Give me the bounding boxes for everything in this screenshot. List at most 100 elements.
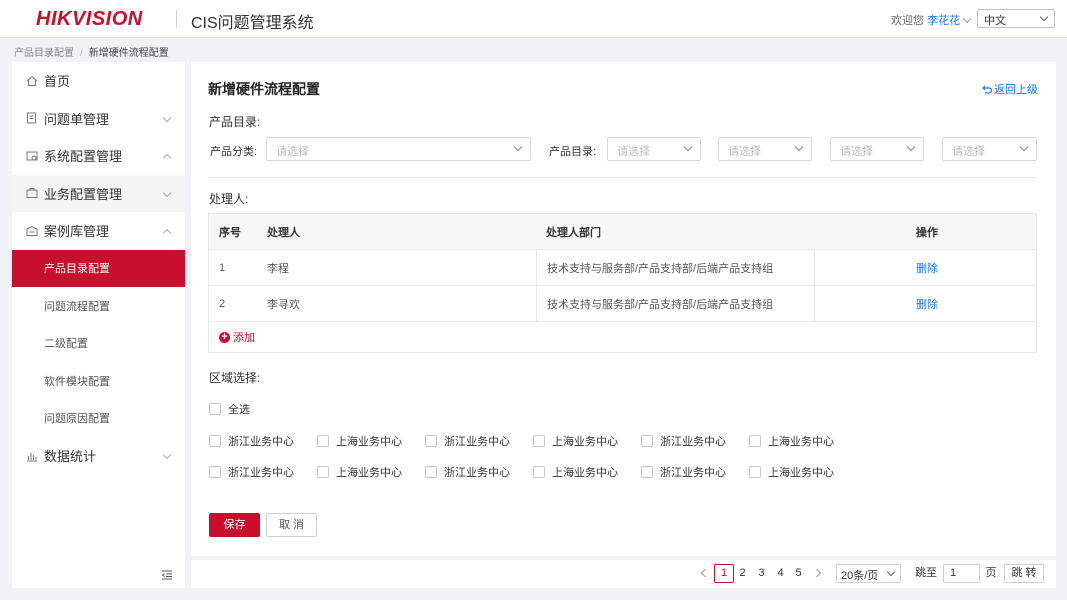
hikvision-logo[interactable]: HIKVISION — [36, 8, 143, 31]
region-checkbox[interactable]: 上海业务中心 — [749, 464, 857, 480]
sidebar-item-case-library[interactable]: 案例库管理 — [12, 212, 185, 250]
select-all-checkbox[interactable]: 全选 — [209, 401, 317, 417]
checkbox-label: 浙江业务中心 — [444, 467, 510, 479]
region-checkbox[interactable]: 上海业务中心 — [317, 464, 425, 480]
chevron-down-icon — [906, 142, 916, 152]
region-checkbox[interactable]: 上海业务中心 — [317, 433, 425, 449]
dir-select-1[interactable]: 请选择 — [607, 137, 701, 161]
table-row: 2 李寻欢 技术支持与服务部/产品支持部/后端产品支持组 删除 — [209, 286, 1036, 322]
page-unit-label: 页 — [985, 567, 997, 579]
region-checkbox[interactable]: 上海业务中心 — [533, 464, 641, 480]
chevron-down-icon — [886, 567, 896, 577]
breadcrumb: 产品目录配置 / 新增硬件流程配置 — [14, 44, 169, 59]
back-link-label: 返回上级 — [994, 84, 1038, 96]
col-header-no: 序号 — [219, 226, 241, 239]
sidebar-subitem-issue-flow[interactable]: 问题流程配置 — [12, 287, 185, 325]
dir-select-4[interactable]: 请选择 — [942, 137, 1037, 161]
dir-select-2[interactable]: 请选择 — [718, 137, 812, 161]
chevron-down-icon — [1019, 142, 1029, 152]
add-handler-button[interactable]: + 添加 — [209, 322, 1036, 352]
select-placeholder: 请选择 — [276, 146, 309, 158]
sidebar-item-business-config[interactable]: 业务配置管理 — [12, 174, 185, 212]
language-select[interactable]: 中文 — [977, 9, 1055, 28]
col-header-handler: 处理人 — [267, 226, 300, 239]
checkbox-label: 浙江业务中心 — [228, 467, 294, 479]
page-size-select[interactable]: 20条/页 — [836, 564, 901, 583]
sidebar-item-system-config[interactable]: 系统配置管理 — [12, 137, 185, 175]
language-value: 中文 — [984, 15, 1006, 27]
header-divider — [176, 10, 177, 28]
back-link[interactable]: 返回上级 — [982, 81, 1038, 97]
region-checkbox[interactable]: 浙江业务中心 — [425, 433, 533, 449]
chevron-down-icon — [1039, 12, 1049, 22]
cancel-button[interactable]: 取 消 — [266, 513, 317, 537]
return-icon — [982, 85, 993, 94]
section-divider — [208, 177, 1037, 178]
region-checkbox[interactable]: 上海业务中心 — [533, 433, 641, 449]
table-header: 序号 处理人 处理人部门 操作 — [209, 214, 1036, 250]
region-checkbox[interactable]: 浙江业务中心 — [209, 433, 317, 449]
cell-dept: 技术支持与服务部/产品支持部/后端产品支持组 — [536, 250, 815, 285]
page-3[interactable]: 3 — [755, 564, 768, 583]
page-4[interactable]: 4 — [774, 564, 787, 583]
delete-link[interactable]: 删除 — [916, 263, 938, 275]
page-1[interactable]: 1 — [714, 564, 734, 583]
sidebar-item-tickets[interactable]: 问题单管理 — [12, 100, 185, 138]
chevron-down-icon — [513, 142, 523, 152]
region-checkbox[interactable]: 浙江业务中心 — [209, 464, 317, 480]
cell-no: 1 — [219, 261, 226, 274]
user-menu[interactable]: 欢迎您 李花花 — [891, 12, 972, 28]
jump-label: 跳至 — [915, 567, 937, 579]
page-2[interactable]: 2 — [736, 564, 749, 583]
cell-handler: 李寻欢 — [267, 298, 300, 311]
ticket-icon — [27, 112, 36, 124]
sidebar-item-label: 业务配置管理 — [44, 186, 123, 202]
region-checkbox[interactable]: 浙江业务中心 — [425, 464, 533, 480]
checkbox-box — [209, 435, 221, 447]
page-size-value: 20条/页 — [841, 570, 879, 582]
category-label: 产品分类: — [210, 146, 258, 158]
region-checkbox[interactable]: 浙江业务中心 — [641, 464, 749, 480]
checkbox-box — [641, 466, 653, 478]
sidebar-item-home[interactable]: 首页 — [12, 62, 185, 100]
category-select[interactable]: 请选择 — [266, 137, 531, 161]
sidebar-item-label: 数据统计 — [44, 449, 97, 465]
next-page-icon[interactable] — [812, 568, 822, 578]
checkbox-label: 上海业务中心 — [768, 467, 834, 479]
add-label: 添加 — [233, 332, 255, 344]
checkbox-box — [533, 466, 545, 478]
plus-circle-icon: + — [219, 331, 230, 343]
chevron-up-icon — [162, 153, 172, 163]
sidebar-item-label: 首页 — [44, 74, 71, 90]
product-dir-section-label: 产品目录: — [209, 115, 261, 129]
sidebar-item-stats[interactable]: 数据统计 — [12, 437, 185, 475]
breadcrumb-item-product-dir[interactable]: 产品目录配置 — [14, 48, 74, 59]
sidebar-subitem-issue-cause[interactable]: 问题原因配置 — [12, 400, 185, 438]
checkbox-label: 浙江业务中心 — [660, 467, 726, 479]
jump-button[interactable]: 跳 转 — [1004, 564, 1044, 583]
region-checkbox[interactable]: 浙江业务中心 — [641, 433, 749, 449]
checkbox-label: 浙江业务中心 — [444, 436, 510, 448]
jump-page-input[interactable]: 1 — [943, 564, 980, 583]
sidebar-subitem-software-module[interactable]: 软件模块配置 — [12, 362, 185, 400]
chevron-down-icon — [794, 142, 804, 152]
sidebar-subitem-level2[interactable]: 二级配置 — [12, 325, 185, 363]
pagination: 1 2 3 4 5 20条/页 跳至 1 页 跳 转 — [191, 560, 1056, 588]
page-5[interactable]: 5 — [792, 564, 805, 583]
checkbox-box — [425, 435, 437, 447]
sidebar-subitem-product-dir[interactable]: 产品目录配置 — [12, 249, 185, 287]
main-panel: 新增硬件流程配置 返回上级 产品目录: 产品分类: 请选择 产品目录: 请选择 … — [191, 62, 1056, 556]
handler-table: 序号 处理人 处理人部门 操作 1 李程 技术支持与服务部/产品支持部/后端产品… — [208, 213, 1037, 353]
checkbox-box — [425, 466, 437, 478]
save-button[interactable]: 保存 — [209, 513, 260, 537]
case-library-icon — [26, 225, 38, 236]
chevron-down-icon — [962, 14, 972, 24]
checkbox-box — [209, 403, 221, 415]
dir-select-3[interactable]: 请选择 — [830, 137, 924, 161]
region-checkbox[interactable]: 上海业务中心 — [749, 433, 857, 449]
delete-link[interactable]: 删除 — [916, 299, 938, 311]
menu-collapse-icon[interactable] — [161, 570, 173, 580]
user-name[interactable]: 李花花 — [927, 15, 960, 27]
prev-page-icon[interactable] — [700, 568, 710, 578]
checkbox-label: 上海业务中心 — [336, 467, 402, 479]
